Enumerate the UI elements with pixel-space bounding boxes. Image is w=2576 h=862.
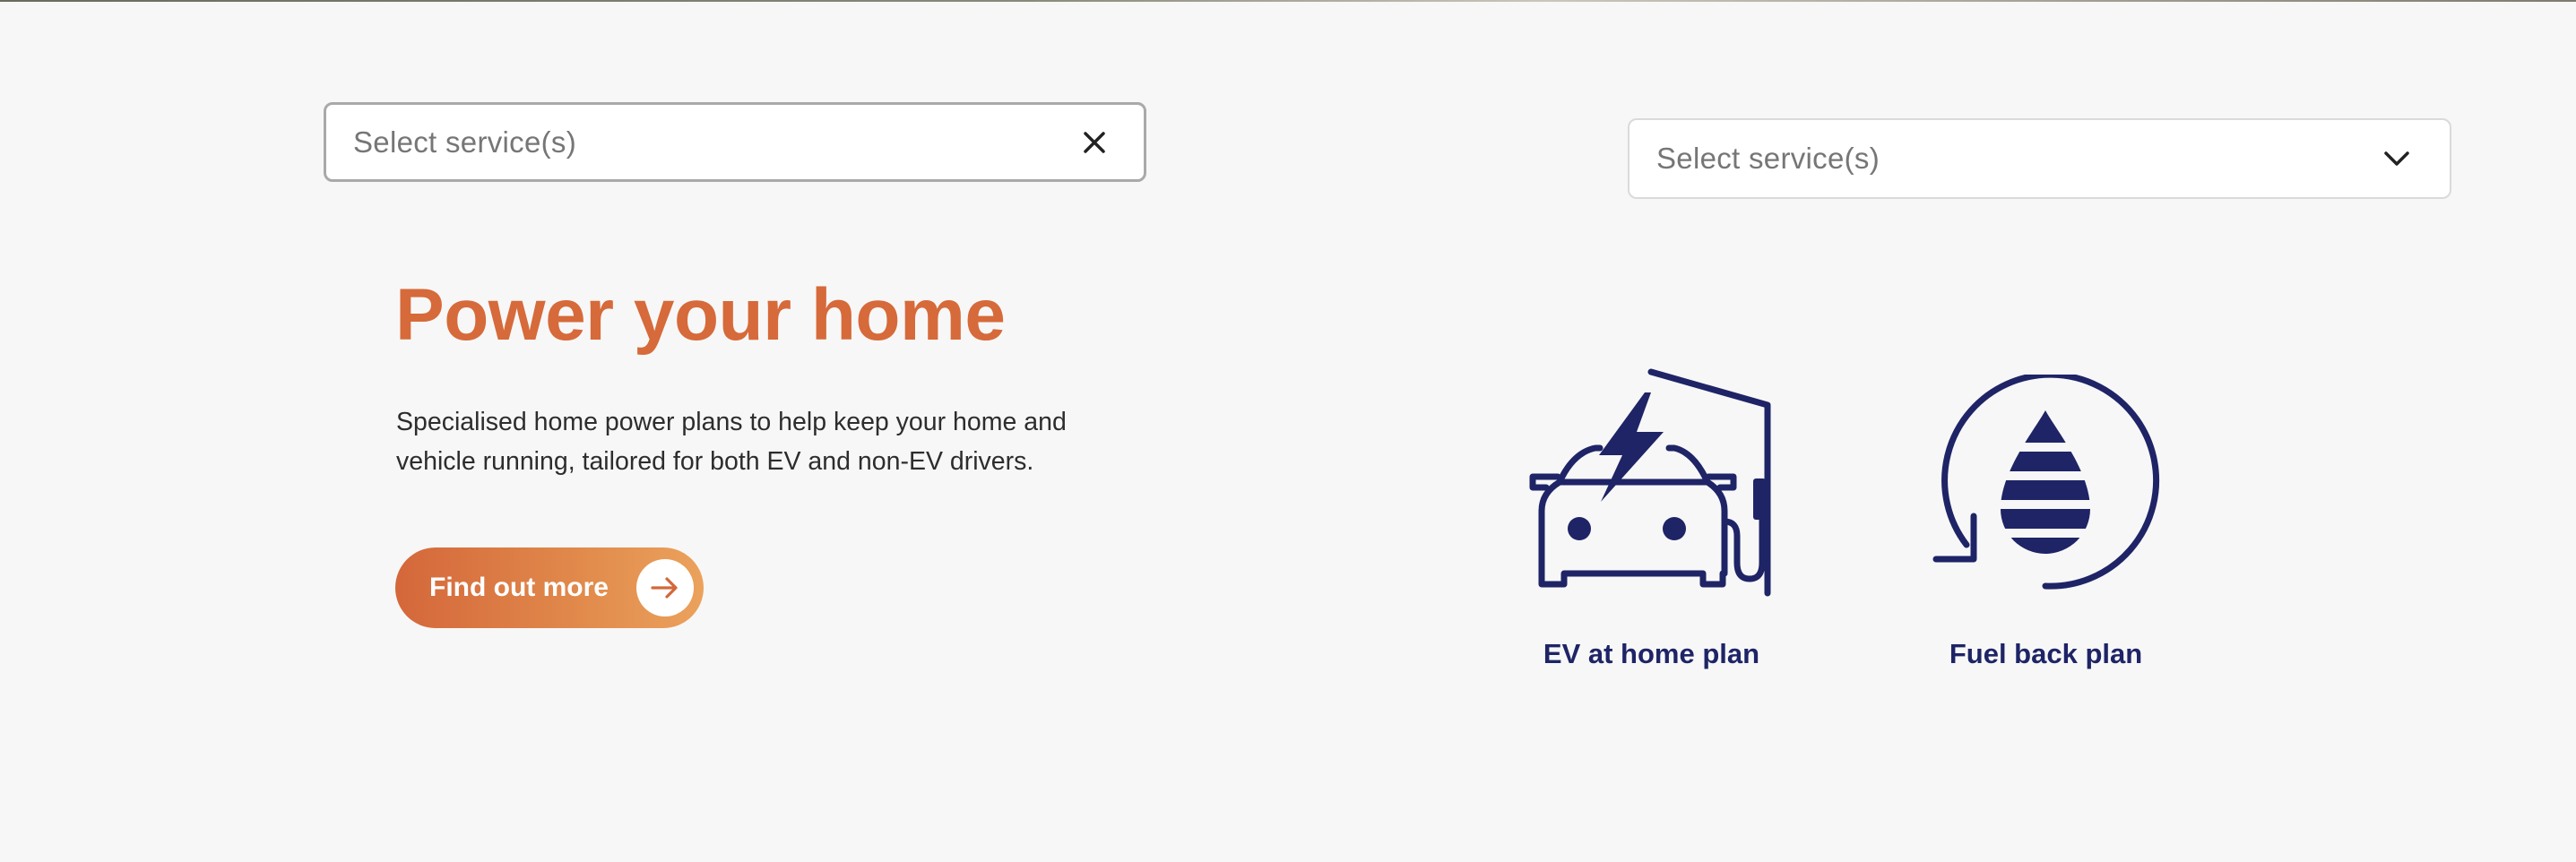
- ev-charging-car-icon: [1524, 367, 1779, 600]
- plan-ev-at-home[interactable]: EV at home plan: [1524, 367, 1779, 669]
- service-select-open[interactable]: Select service(s): [324, 102, 1146, 182]
- hero-description: Specialised home power plans to help kee…: [396, 408, 1067, 476]
- service-select-placeholder: Select service(s): [353, 125, 576, 159]
- plan-label: Fuel back plan: [1949, 638, 2143, 669]
- arrow-right-icon: [636, 559, 694, 616]
- close-icon[interactable]: [1081, 129, 1108, 156]
- find-out-more-label: Find out more: [429, 573, 609, 602]
- fuel-drop-cycle-icon: [1927, 371, 2165, 600]
- service-select-placeholder: Select service(s): [1656, 142, 1880, 175]
- service-select[interactable]: Select service(s): [1628, 118, 2451, 199]
- plan-fuel-back[interactable]: Fuel back plan: [1927, 371, 2165, 669]
- plan-label: EV at home plan: [1543, 638, 1760, 669]
- page-title: Power your home: [395, 274, 1006, 356]
- chevron-down-icon[interactable]: [2382, 143, 2412, 174]
- find-out-more-button[interactable]: Find out more: [395, 547, 704, 628]
- top-border-strip: [0, 0, 2576, 2]
